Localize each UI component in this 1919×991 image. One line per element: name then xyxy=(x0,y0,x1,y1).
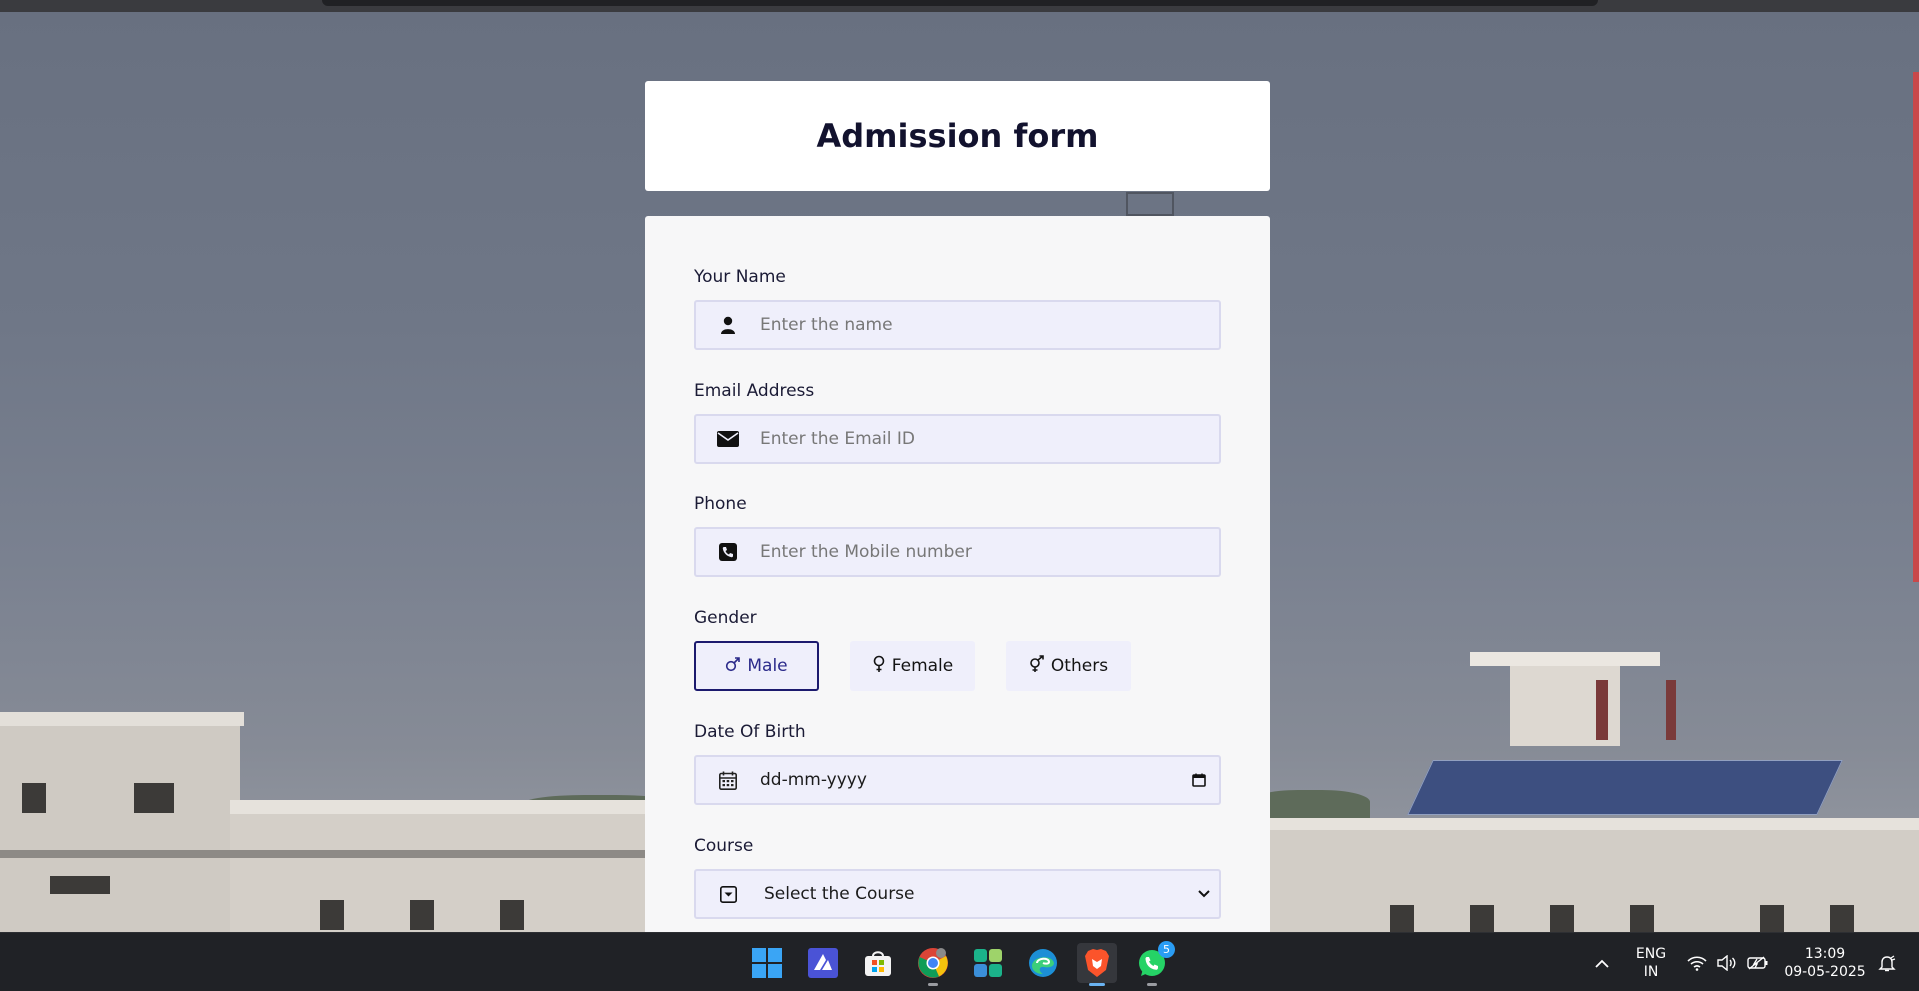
whatsapp-icon[interactable]: 5 xyxy=(1132,941,1175,986)
gender-label: Gender xyxy=(694,608,757,628)
female-symbol-icon xyxy=(872,655,886,678)
admission-form: Your Name Email Address Phone Gender xyxy=(645,216,1270,932)
page-scrollbar[interactable] xyxy=(1913,12,1919,932)
antivirus-app-icon[interactable] xyxy=(803,943,843,983)
form-title-card: Admission form xyxy=(645,81,1270,191)
battery-icon[interactable] xyxy=(1746,943,1770,983)
dob-input[interactable]: dd-mm-yyyy xyxy=(694,755,1221,805)
scrollbar-thumb[interactable] xyxy=(1913,72,1919,582)
edge-icon[interactable] xyxy=(1023,943,1063,983)
clock[interactable]: 13:09 09-05-2025 xyxy=(1780,945,1870,981)
widgets-app-icon[interactable] xyxy=(968,943,1008,983)
user-icon xyxy=(696,316,760,334)
calendar-icon xyxy=(696,771,760,790)
windows-taskbar: 5 ENG IN 13:09 09-05-2025 xyxy=(0,932,1919,991)
gender-option-others[interactable]: Others xyxy=(1006,641,1131,691)
gender-options: Male Female Others xyxy=(694,641,1131,691)
others-symbol-icon xyxy=(1029,654,1045,678)
wifi-icon[interactable] xyxy=(1686,943,1708,983)
course-selected-value: Select the Course xyxy=(764,884,915,904)
email-input[interactable] xyxy=(760,416,1219,462)
clock-time: 13:09 xyxy=(1804,946,1846,962)
windows-start-icon[interactable] xyxy=(747,943,787,983)
gender-option-label: Male xyxy=(747,656,788,676)
browser-top-strip xyxy=(0,0,1919,12)
chevron-down-icon xyxy=(1189,890,1219,898)
caret-square-icon xyxy=(696,885,760,903)
email-label: Email Address xyxy=(694,381,815,401)
course-label: Course xyxy=(694,836,754,856)
page-title: Admission form xyxy=(816,117,1099,155)
region-code: IN xyxy=(1643,964,1659,980)
email-field: Email Address xyxy=(694,380,1221,464)
chevron-up-icon[interactable] xyxy=(1592,943,1612,983)
name-field: Your Name xyxy=(694,266,1221,350)
male-symbol-icon xyxy=(725,656,741,677)
phone-input[interactable] xyxy=(760,529,1219,575)
phone-field: Phone xyxy=(694,493,1221,577)
gender-option-label: Female xyxy=(891,656,954,676)
envelope-icon xyxy=(696,431,760,447)
microsoft-store-icon[interactable] xyxy=(858,943,898,983)
course-select[interactable]: Select the Course xyxy=(694,869,1221,919)
email-input-box[interactable] xyxy=(694,414,1221,464)
gender-option-female[interactable]: Female xyxy=(850,641,975,691)
chrome-icon[interactable] xyxy=(913,943,953,986)
name-input-box[interactable] xyxy=(694,300,1221,350)
course-field: Course Select the Course xyxy=(694,835,1221,919)
dob-label: Date Of Birth xyxy=(694,722,806,742)
language-code: ENG xyxy=(1635,946,1667,962)
dob-field: Date Of Birth dd-mm-yyyy xyxy=(694,721,1221,805)
gender-field: Gender Male Female Others xyxy=(694,607,1221,691)
notification-badge: 5 xyxy=(1158,941,1175,958)
volume-icon[interactable] xyxy=(1716,943,1738,983)
dob-value: dd-mm-yyyy xyxy=(760,770,867,790)
gender-option-label: Others xyxy=(1050,656,1109,676)
name-label: Your Name xyxy=(694,267,786,287)
language-indicator[interactable]: ENG IN xyxy=(1630,945,1672,981)
phone-label: Phone xyxy=(694,494,747,514)
clock-date: 09-05-2025 xyxy=(1784,964,1866,980)
phone-input-box[interactable] xyxy=(694,527,1221,577)
date-picker-icon[interactable] xyxy=(1179,773,1219,787)
notification-bell-icon[interactable] xyxy=(1876,943,1898,983)
name-input[interactable] xyxy=(760,302,1219,348)
gender-option-male[interactable]: Male xyxy=(694,641,819,691)
phone-icon xyxy=(696,543,760,561)
brave-icon[interactable] xyxy=(1077,943,1117,986)
